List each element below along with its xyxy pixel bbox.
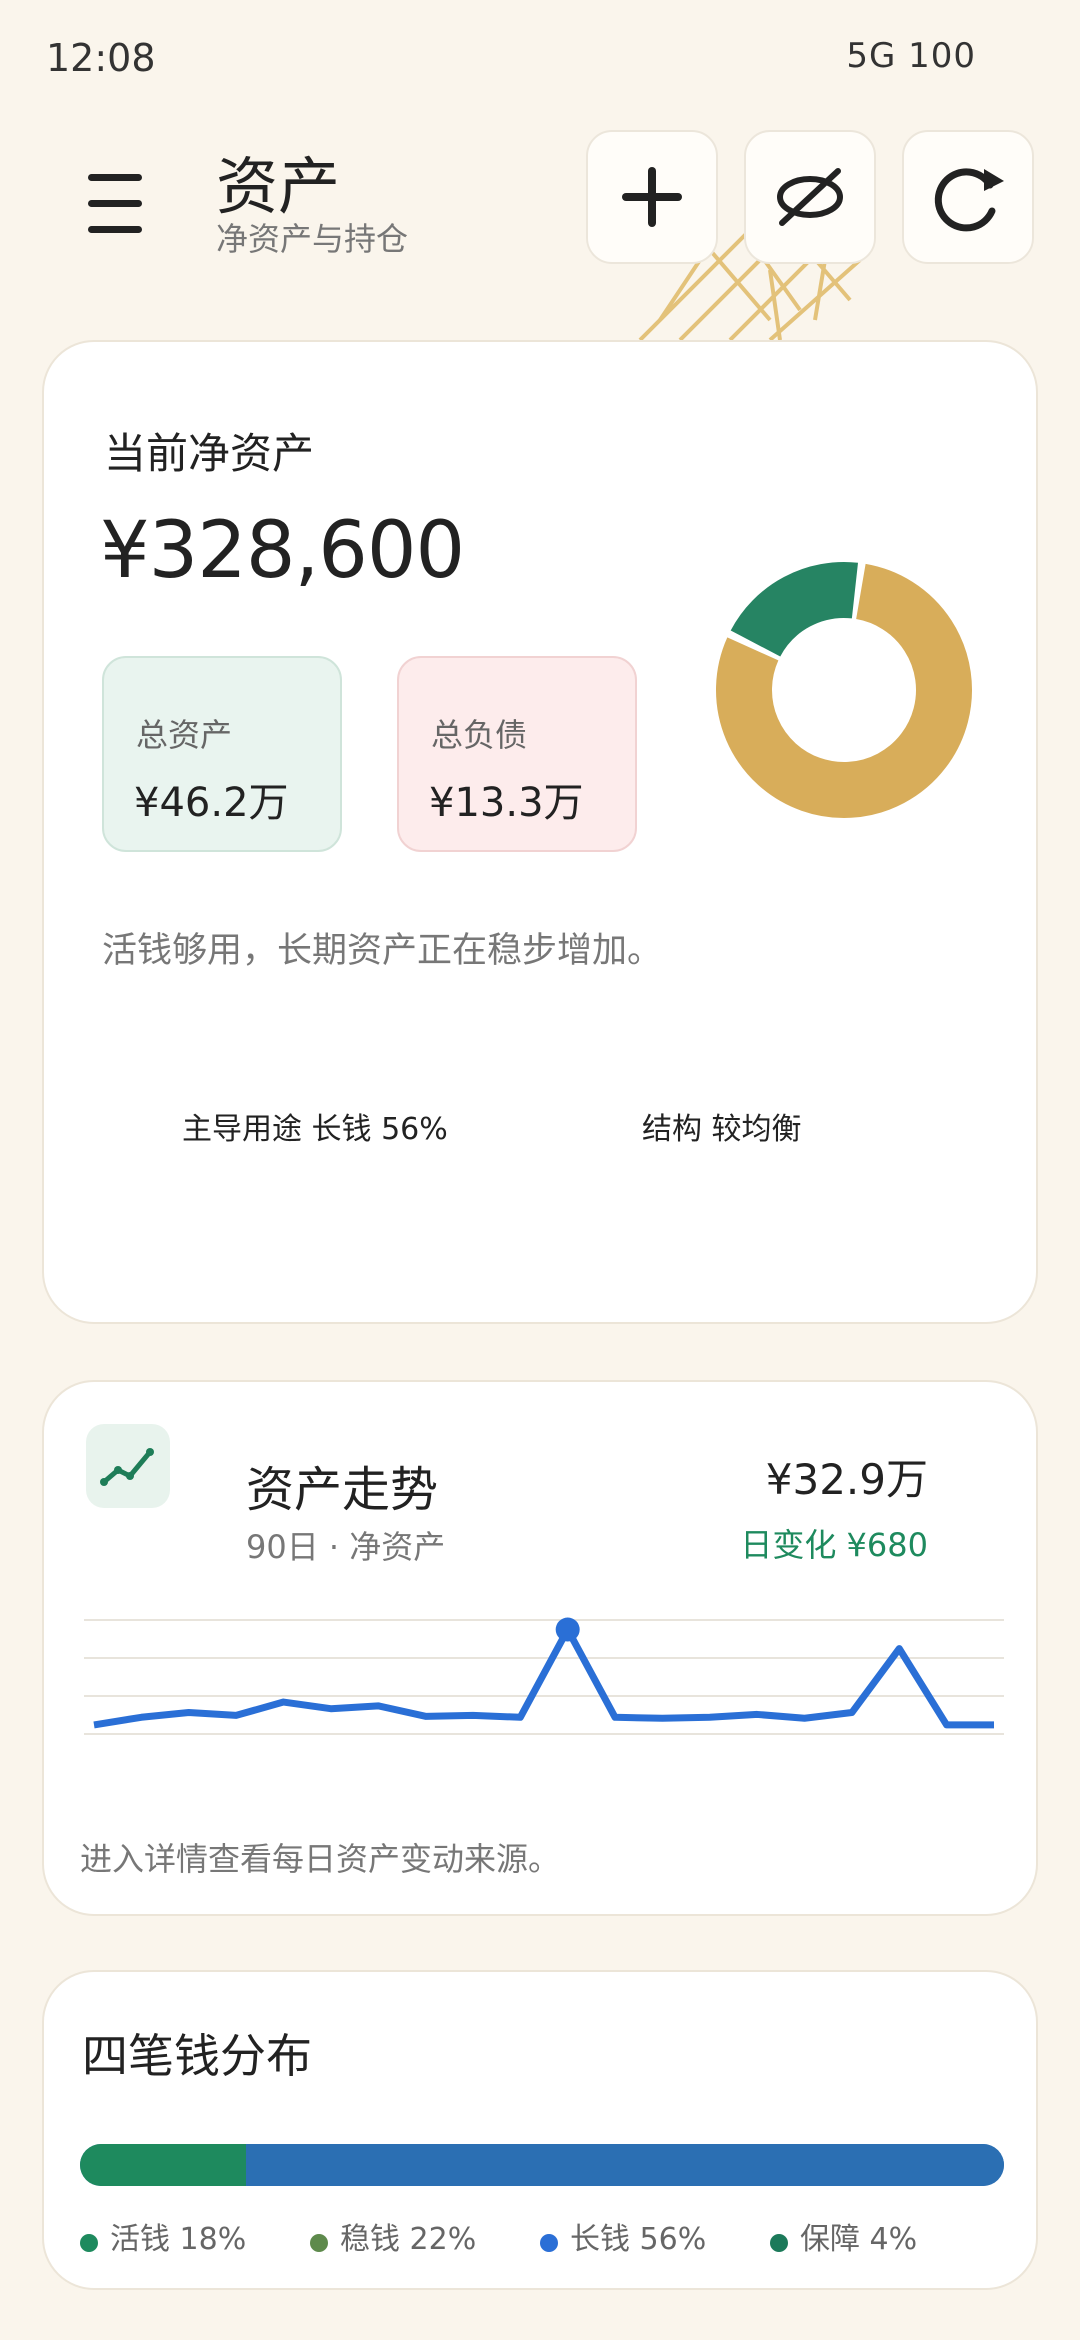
trend-daily-change: 日变化 ¥680	[740, 1526, 928, 1564]
add-button[interactable]	[586, 130, 718, 264]
distribution-bar	[80, 2144, 1004, 2186]
legend-label: 稳钱 22%	[340, 2222, 477, 2257]
net-worth-label: 当前净资产	[104, 429, 315, 478]
donut-slice-2	[730, 562, 858, 658]
total-debts-label: 总负债	[431, 716, 528, 754]
hide-amount-button[interactable]	[744, 130, 876, 264]
total-assets-box[interactable]: 总资产 ¥46.2万	[102, 656, 342, 852]
distribution-segment-3	[449, 2144, 968, 2186]
refresh-icon	[934, 168, 1004, 232]
total-assets-value: ¥46.2万	[134, 780, 289, 826]
legend-dot	[540, 2233, 558, 2252]
trend-value: ¥32.9万	[765, 1455, 928, 1504]
trend-subtitle: 90日 · 净资产	[246, 1528, 446, 1566]
trend-series-line	[93, 1626, 994, 1729]
menu-icon-bar	[88, 200, 142, 207]
asset-trend-card[interactable]: 资产走势 90日 · 净资产 ¥32.9万 日变化 ¥680 进入详情查看每日资…	[42, 1380, 1038, 1916]
net-worth-card[interactable]: 当前净资产 ¥328,600 总资产 ¥46.2万 总负债 ¥13.3万 活钱够…	[42, 340, 1038, 1324]
plus-icon	[622, 167, 682, 227]
page-title: 资产	[216, 150, 341, 223]
legend-item: 稳钱 22%	[310, 2214, 476, 2258]
legend-label: 活钱 18%	[110, 2222, 247, 2257]
page-subtitle: 净资产与持仓	[216, 220, 409, 258]
eye-off-icon	[777, 168, 843, 226]
allocation-donut-chart	[716, 562, 972, 818]
distribution-segment-1	[80, 2144, 247, 2186]
total-debts-box[interactable]: 总负债 ¥13.3万	[397, 656, 637, 852]
net-worth-value: ¥328,600	[100, 506, 465, 596]
legend-item: 保障 4%	[770, 2214, 917, 2258]
menu-icon-bar	[88, 226, 142, 233]
legend-dot	[310, 2233, 328, 2252]
menu-button[interactable]	[70, 160, 160, 250]
legend-item: 活钱 18%	[80, 2214, 246, 2258]
distribution-segment-2	[246, 2144, 450, 2186]
legend-label: 长钱 56%	[570, 2222, 707, 2257]
trend-line-chart	[84, 1617, 1004, 1735]
status-bar: 12:08 5G 100	[0, 0, 1080, 110]
money-distribution-card[interactable]: 四笔钱分布 活钱 18% 稳钱 22% 长钱 56% 保障 4%	[42, 1970, 1038, 2290]
status-time: 12:08	[46, 36, 156, 80]
legend-item: 长钱 56%	[540, 2214, 706, 2258]
total-assets-label: 总资产	[136, 716, 233, 754]
status-indicators: 5G 100	[846, 36, 976, 76]
legend-dot	[80, 2233, 98, 2252]
trend-line-icon	[100, 1448, 154, 1486]
trend-icon	[86, 1424, 170, 1508]
distribution-segment-4	[967, 2144, 1004, 2186]
distribution-title: 四笔钱分布	[82, 2029, 312, 2083]
main-usage-text: 主导用途 长钱 56%	[182, 1112, 448, 1147]
refresh-button[interactable]	[902, 130, 1034, 264]
legend-label: 保障 4%	[800, 2222, 918, 2257]
trend-peak-point	[555, 1617, 580, 1642]
trend-description: 进入详情查看每日资产变动来源。	[80, 1840, 561, 1878]
trend-title: 资产走势	[246, 1462, 439, 1518]
total-debts-value: ¥13.3万	[429, 780, 584, 826]
legend-dot	[770, 2233, 788, 2252]
structure-text: 结构 较均衡	[642, 1112, 802, 1147]
menu-icon	[88, 174, 142, 181]
net-worth-description: 活钱够用，长期资产正在稳步增加。	[102, 931, 663, 971]
